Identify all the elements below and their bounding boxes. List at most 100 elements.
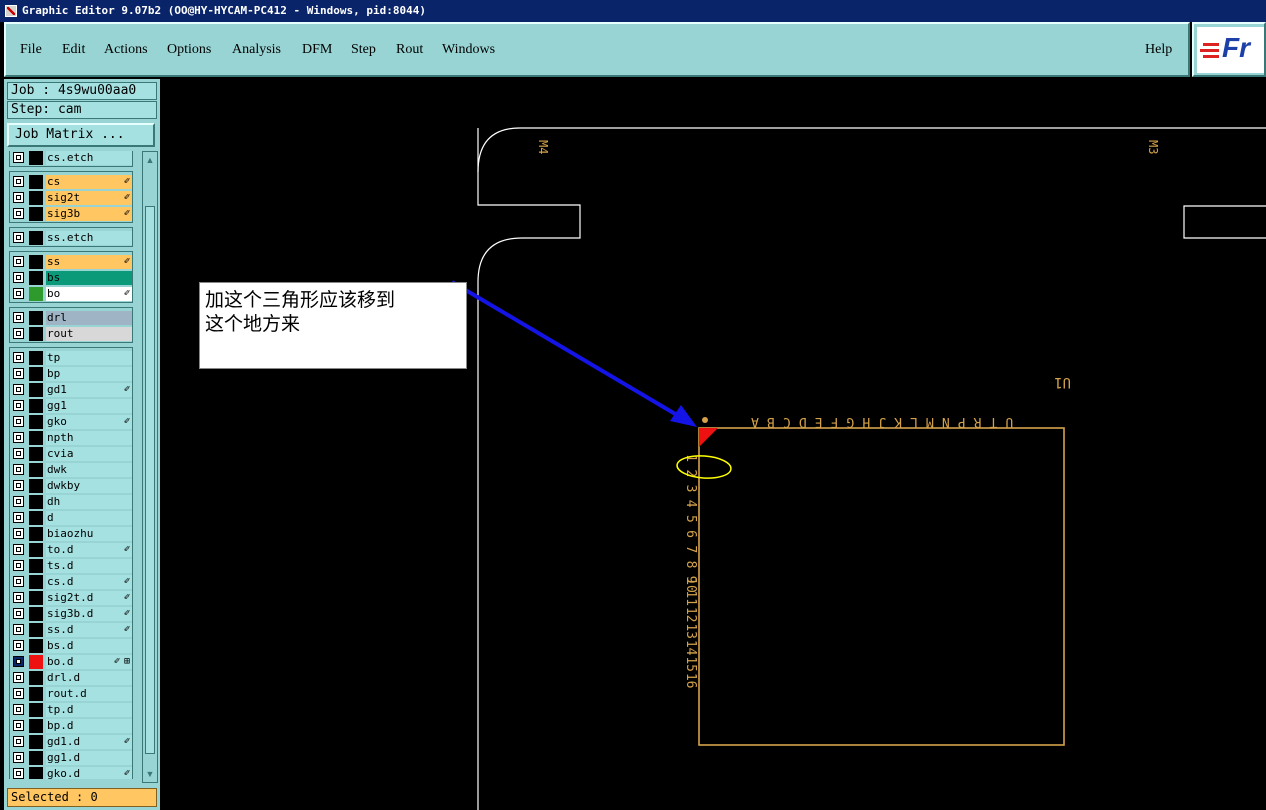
layer-color-indicator[interactable] xyxy=(29,527,43,541)
layer-row[interactable]: ss.etch xyxy=(10,230,133,246)
layer-color-indicator[interactable] xyxy=(29,639,43,653)
layer-color-indicator[interactable] xyxy=(29,655,43,669)
layer-row[interactable]: dwkby xyxy=(10,478,133,494)
layer-checkbox[interactable] xyxy=(13,736,24,747)
layer-color-indicator[interactable] xyxy=(29,415,43,429)
layer-checkbox[interactable] xyxy=(13,232,24,243)
layer-name[interactable]: gko.d ✐ xyxy=(46,767,132,779)
layer-name[interactable]: sig2t ✐ xyxy=(46,191,132,205)
layer-name[interactable]: gd1.d ✐ xyxy=(46,735,132,749)
layer-name[interactable]: rout xyxy=(46,327,132,341)
layer-color-indicator[interactable] xyxy=(29,231,43,245)
menu-edit[interactable]: Edit xyxy=(62,42,85,58)
layer-name[interactable]: drl.d xyxy=(46,671,132,685)
layer-row[interactable]: cs.d ✐ xyxy=(10,574,133,590)
layer-name[interactable]: ts.d xyxy=(46,559,132,573)
layer-row[interactable]: ss.d ✐ xyxy=(10,622,133,638)
layer-checkbox[interactable] xyxy=(13,448,24,459)
layer-name[interactable]: to.d ✐ xyxy=(46,543,132,557)
layer-row[interactable]: gd1 ✐ xyxy=(10,382,133,398)
layer-checkbox[interactable] xyxy=(13,576,24,587)
layer-color-indicator[interactable] xyxy=(29,495,43,509)
layer-name[interactable]: bs.d xyxy=(46,639,132,653)
layer-color-indicator[interactable] xyxy=(29,687,43,701)
layer-color-indicator[interactable] xyxy=(29,191,43,205)
layer-row[interactable]: gd1.d ✐ xyxy=(10,734,133,750)
layer-checkbox[interactable] xyxy=(13,176,24,187)
layer-row[interactable]: rout xyxy=(10,326,133,342)
layer-row[interactable]: bs xyxy=(10,270,133,286)
layer-color-indicator[interactable] xyxy=(29,175,43,189)
layer-row[interactable]: sig3b.d ✐ xyxy=(10,606,133,622)
layer-name[interactable]: cs.d ✐ xyxy=(46,575,132,589)
layer-name[interactable]: tp xyxy=(46,351,132,365)
layer-row[interactable]: sig2t.d ✐ xyxy=(10,590,133,606)
layer-checkbox[interactable] xyxy=(13,640,24,651)
layer-row[interactable]: bs.d xyxy=(10,638,133,654)
menu-windows[interactable]: Windows xyxy=(442,42,495,58)
layer-name[interactable]: cvia xyxy=(46,447,132,461)
layer-checkbox[interactable] xyxy=(13,272,24,283)
layer-name[interactable]: sig3b.d ✐ xyxy=(46,607,132,621)
app-icon[interactable] xyxy=(5,5,17,17)
scroll-up-arrow-icon[interactable]: ▲ xyxy=(145,155,155,165)
layer-checkbox[interactable] xyxy=(13,152,24,163)
layer-color-indicator[interactable] xyxy=(29,511,43,525)
layer-color-indicator[interactable] xyxy=(29,255,43,269)
layer-color-indicator[interactable] xyxy=(29,751,43,765)
layer-checkbox[interactable] xyxy=(13,208,24,219)
layer-row[interactable]: tp xyxy=(10,350,133,366)
layer-checkbox[interactable] xyxy=(13,416,24,427)
layer-color-indicator[interactable] xyxy=(29,327,43,341)
layer-name[interactable]: tp.d xyxy=(46,703,132,717)
layer-color-indicator[interactable] xyxy=(29,479,43,493)
layer-row[interactable]: rout.d xyxy=(10,686,133,702)
layer-checkbox[interactable] xyxy=(13,608,24,619)
layer-color-indicator[interactable] xyxy=(29,431,43,445)
layer-color-indicator[interactable] xyxy=(29,271,43,285)
graphics-canvas[interactable] xyxy=(160,79,1266,810)
layer-color-indicator[interactable] xyxy=(29,543,43,557)
layer-color-indicator[interactable] xyxy=(29,607,43,621)
menu-file[interactable]: File xyxy=(20,42,42,58)
layer-checkbox[interactable] xyxy=(13,256,24,267)
layer-color-indicator[interactable] xyxy=(29,703,43,717)
layer-row[interactable]: gg1 xyxy=(10,398,133,414)
layer-color-indicator[interactable] xyxy=(29,447,43,461)
layer-row[interactable]: cs ✐ xyxy=(10,174,133,190)
layer-row[interactable]: cs.etch xyxy=(10,151,133,166)
layer-name[interactable]: bo.d ⊞ ✐ xyxy=(46,655,132,669)
layer-checkbox[interactable] xyxy=(13,528,24,539)
scroll-down-arrow-icon[interactable]: ▼ xyxy=(145,769,155,779)
layer-name[interactable]: drl xyxy=(46,311,132,325)
menu-actions[interactable]: Actions xyxy=(104,42,148,58)
layer-checkbox[interactable] xyxy=(13,592,24,603)
layer-row[interactable]: bp.d xyxy=(10,718,133,734)
layer-color-indicator[interactable] xyxy=(29,559,43,573)
layer-row[interactable]: biaozhu xyxy=(10,526,133,542)
layer-checkbox[interactable] xyxy=(13,496,24,507)
layer-checkbox[interactable] xyxy=(13,544,24,555)
menu-rout[interactable]: Rout xyxy=(396,42,423,58)
layer-color-indicator[interactable] xyxy=(29,591,43,605)
layer-color-indicator[interactable] xyxy=(29,151,43,165)
layer-row[interactable]: bo ✐ xyxy=(10,286,133,302)
layer-checkbox[interactable] xyxy=(13,480,24,491)
layer-name[interactable]: bo ✐ xyxy=(46,287,132,301)
layer-checkbox[interactable] xyxy=(13,384,24,395)
layer-color-indicator[interactable] xyxy=(29,767,43,779)
layer-name[interactable]: dwk xyxy=(46,463,132,477)
layer-checkbox[interactable] xyxy=(13,312,24,323)
layer-name[interactable]: bp.d xyxy=(46,719,132,733)
layer-color-indicator[interactable] xyxy=(29,383,43,397)
layer-row[interactable]: ts.d xyxy=(10,558,133,574)
layer-name[interactable]: biaozhu xyxy=(46,527,132,541)
layer-name[interactable]: dh xyxy=(46,495,132,509)
layer-row[interactable]: gg1.d xyxy=(10,750,133,766)
layer-checkbox[interactable] xyxy=(13,752,24,763)
layer-color-indicator[interactable] xyxy=(29,671,43,685)
layer-checkbox[interactable] xyxy=(13,560,24,571)
layer-checkbox[interactable] xyxy=(13,288,24,299)
layer-checkbox[interactable] xyxy=(13,192,24,203)
layer-name[interactable]: gg1.d xyxy=(46,751,132,765)
